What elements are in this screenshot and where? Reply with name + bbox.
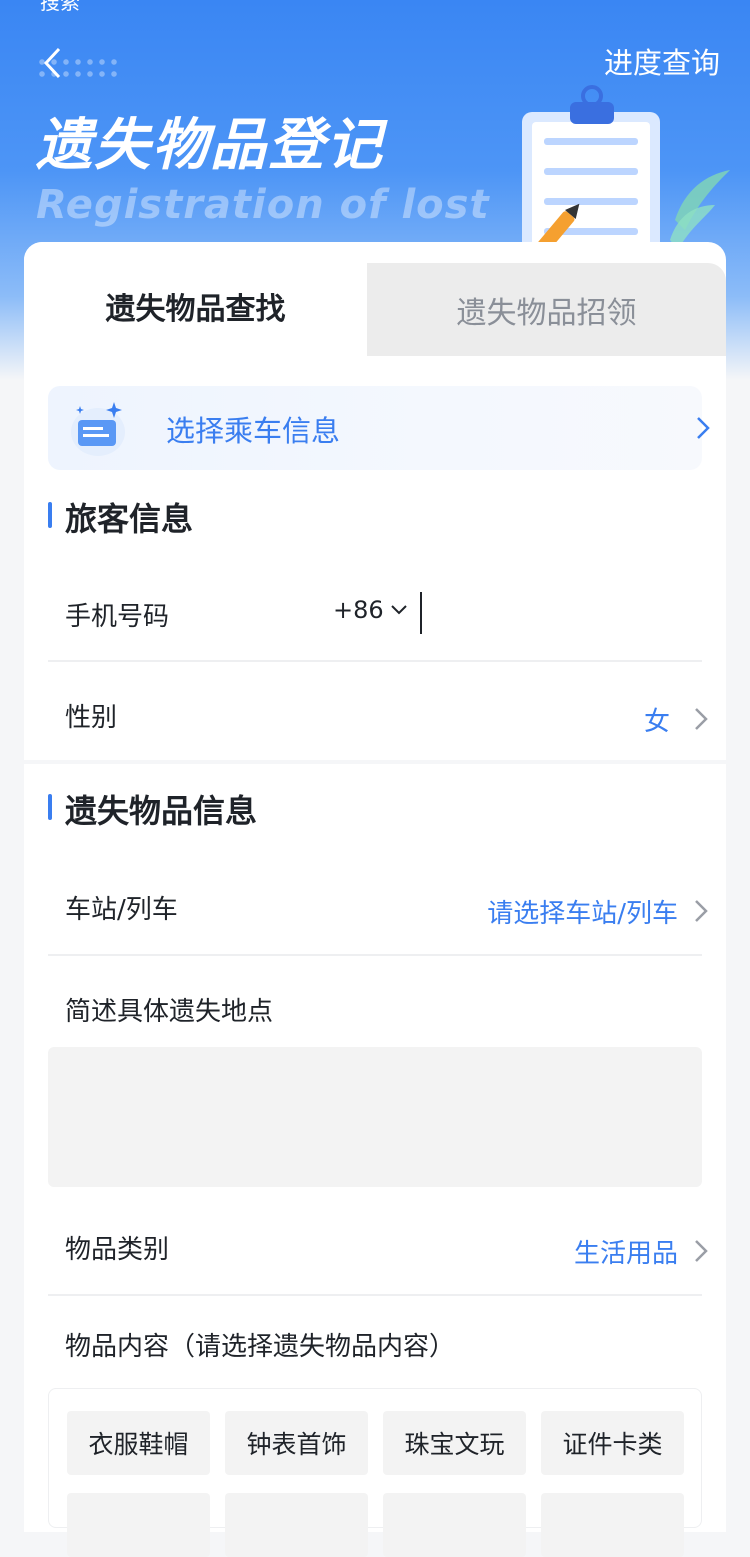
tag-watches-jewelry[interactable]: 钟表首饰 xyxy=(225,1411,368,1475)
divider xyxy=(48,954,702,956)
status-bar-partial-text: 搜索 xyxy=(40,0,80,14)
tab-lost-found-claim[interactable]: 遗失物品招领 xyxy=(367,263,726,356)
progress-query-link[interactable]: 进度查询 xyxy=(604,40,720,82)
chevron-down-icon xyxy=(390,605,407,615)
chevron-right-icon xyxy=(697,417,710,439)
country-code-select[interactable]: +86 xyxy=(333,596,408,624)
tag-item[interactable] xyxy=(67,1493,210,1557)
back-button[interactable] xyxy=(30,40,76,86)
divider xyxy=(48,660,702,662)
tab-lost-item-search[interactable]: 遗失物品查找 xyxy=(24,242,367,372)
tag-clothing[interactable]: 衣服鞋帽 xyxy=(67,1411,210,1475)
tag-treasures-curios[interactable]: 珠宝文玩 xyxy=(383,1411,526,1475)
passenger-section-title: 旅客信息 xyxy=(48,494,193,540)
tag-item[interactable] xyxy=(541,1493,684,1557)
station-select[interactable]: 请选择车站/列车 xyxy=(487,893,678,930)
tag-documents-cards[interactable]: 证件卡类 xyxy=(541,1411,684,1475)
gender-label: 性别 xyxy=(65,703,118,733)
chevron-left-icon xyxy=(43,47,61,79)
ticket-sparkle-icon xyxy=(71,402,125,456)
location-textarea[interactable] xyxy=(48,1047,702,1187)
page-subtitle: Registration of lost xyxy=(36,182,490,228)
phone-input[interactable] xyxy=(420,592,694,634)
chevron-right-icon[interactable] xyxy=(694,707,708,731)
tag-item[interactable] xyxy=(225,1493,368,1557)
select-ticket-label: 选择乘车信息 xyxy=(166,414,341,448)
item-section-title: 遗失物品信息 xyxy=(48,786,257,832)
select-ticket-row[interactable]: 选择乘车信息 xyxy=(48,386,710,470)
category-label: 物品类别 xyxy=(65,1235,170,1265)
category-value[interactable]: 生活用品 xyxy=(574,1233,678,1270)
chevron-right-icon[interactable] xyxy=(694,899,708,923)
divider xyxy=(48,1294,702,1296)
chevron-right-icon[interactable] xyxy=(694,1239,708,1263)
content-label: 物品内容（请选择遗失物品内容） xyxy=(65,1332,456,1362)
section-separator xyxy=(0,760,750,764)
country-code-value: +86 xyxy=(333,596,384,624)
phone-label: 手机号码 xyxy=(65,602,170,632)
location-label: 简述具体遗失地点 xyxy=(65,997,274,1027)
tag-item[interactable] xyxy=(383,1493,526,1557)
station-label: 车站/列车 xyxy=(65,895,178,925)
page-title: 遗失物品登记 xyxy=(36,113,384,178)
gender-value[interactable]: 女 xyxy=(644,701,670,738)
